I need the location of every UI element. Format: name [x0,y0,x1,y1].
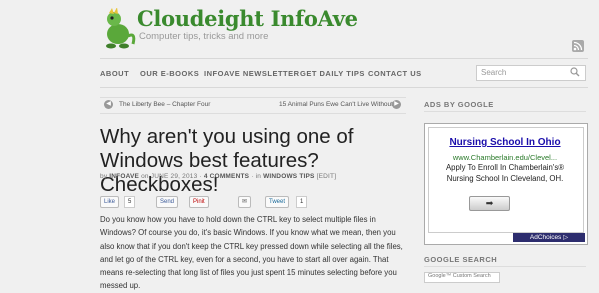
rss-icon[interactable] [572,40,584,52]
nav-divider-top [100,58,588,59]
prev-arrow-icon[interactable]: ◀ [104,100,113,109]
nav-divider-bottom [100,87,588,88]
search-placeholder: Search [481,68,507,77]
facebook-like-button[interactable]: Like [100,196,120,208]
ads-heading: ADS BY GOOGLE [424,100,494,109]
site-title[interactable]: Cloudeight InfoAve [137,6,358,31]
google-search-label: Google™ Custom Search [428,273,491,279]
pinterest-pin-button[interactable]: Pinit [189,196,209,208]
meta-category[interactable]: WINDOWS TIPS [263,173,315,180]
ad-url-link[interactable]: www.Chamberlain.edu/Clevel... [428,153,582,162]
logo-dragon-icon [106,8,136,49]
google-search-divider [424,266,586,267]
adchoices-badge[interactable]: AdChoices ▷ [513,233,585,242]
nav-ebooks[interactable]: OUR E-BOOKS [140,69,199,78]
meta-in: · in [251,173,262,180]
ad-title-link[interactable]: Nursing School In Ohio [428,137,582,148]
tweet-count: 1 [296,196,308,208]
meta-sep: · [199,173,202,180]
nav-daily-tips[interactable]: GET DAILY TIPS [300,69,365,78]
facebook-send-button[interactable]: Send [156,196,179,208]
next-arrow-icon[interactable]: ▶ [392,100,401,109]
prev-post-link[interactable]: The Liberty Bee – Chapter Four [119,101,210,108]
nav-newsletter[interactable]: INFOAVE NEWSLETTER [204,69,300,78]
pin-label: Pinit [193,199,205,205]
like-count: 5 [124,196,136,208]
post-body: Do you know how you have to hold down th… [100,215,403,291]
like-label: Like [104,199,116,205]
meta-date: on JUNE 29, 2013 [141,173,198,180]
google-search-heading: GOOGLE SEARCH [424,255,498,264]
ads-divider [424,111,586,112]
tweet-label: Tweet [269,199,286,205]
nav-contact[interactable]: CONTACT US [368,69,422,78]
site-tagline: Computer tips, tricks and more [139,31,269,42]
ad-description: Apply To Enroll In Chamberlain's® Nursin… [445,163,565,183]
tweet-button[interactable]: Tweet [265,196,290,208]
meta-edit[interactable]: [EDIT] [317,173,337,180]
meta-author[interactable]: INFOAVE [109,173,139,180]
post-title: Why aren't you using one of Windows best… [100,125,354,196]
next-post-link[interactable]: 15 Animal Puns Ewe Can't Live Without [279,101,393,108]
nav-about[interactable]: ABOUT [100,69,129,78]
email-icon: ✉ [242,199,248,205]
email-share-button[interactable]: ✉ [238,196,252,208]
post-meta: by INFOAVE on JUNE 29, 2013 · 4 COMMENTS… [100,173,336,180]
send-label: Send [160,199,175,205]
meta-comments[interactable]: 4 COMMENTS [204,173,249,180]
search-icon[interactable] [570,67,580,77]
meta-by: by [100,173,108,180]
ad-arrow-button[interactable]: ➡ [469,196,510,211]
